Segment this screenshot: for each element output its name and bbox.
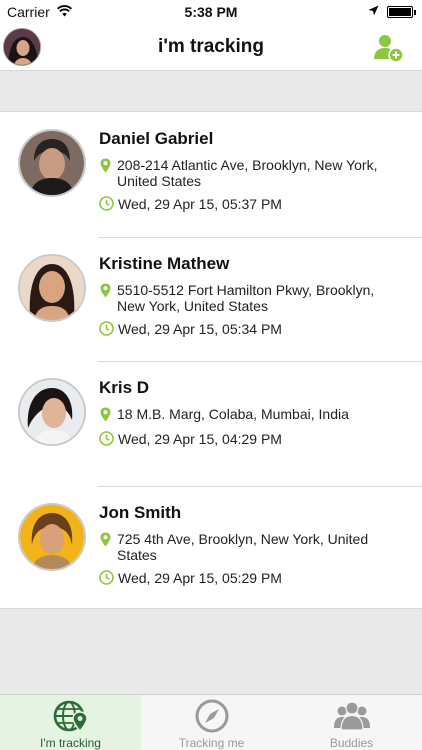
contact-photo (18, 253, 86, 322)
last-updated-time: Wed, 29 Apr 15, 04:29 PM (118, 431, 282, 447)
contact-name: Kristine Mathew (99, 253, 230, 273)
add-person-icon (374, 35, 404, 63)
clock-icon (99, 431, 114, 446)
location-pin-icon (100, 158, 111, 173)
location-pin-icon (100, 283, 111, 297)
tracking-list: Daniel Gabriel 208-214 Atlantic Ave, Bro… (0, 111, 422, 609)
clock-icon (99, 569, 114, 585)
status-time: 5:38 PM (184, 4, 238, 20)
location-pin-icon (100, 407, 111, 422)
list-item[interactable]: Jon Smith 725 4th Ave, Brooklyn, New Yor… (0, 485, 422, 611)
contact-photo (18, 378, 86, 446)
tab-tracking-me[interactable]: Tracking me (141, 695, 282, 750)
contact-name: Jon Smith (99, 502, 182, 522)
battery-icon (387, 6, 416, 18)
tab-label: Tracking me (178, 736, 245, 750)
status-bar: Carrier 5:38 PM (0, 0, 422, 24)
contact-address: 5510-5512 Fort Hamilton Pkwy, Brooklyn, … (117, 281, 375, 314)
contact-photo (18, 502, 86, 571)
globe-pin-icon (53, 700, 88, 733)
group-icon (333, 701, 370, 731)
list-item[interactable]: Kristine Mathew 5510-5512 Fort Hamilton … (0, 236, 422, 362)
tab-im-tracking[interactable]: I'm tracking (0, 695, 141, 750)
contact-name: Daniel Gabriel (99, 129, 214, 148)
tab-label: I'm tracking (40, 736, 101, 750)
list-item[interactable]: Daniel Gabriel 208-214 Atlantic Ave, Bro… (0, 112, 422, 237)
location-arrow-icon (368, 5, 379, 16)
clock-icon (99, 320, 114, 336)
clock-icon (99, 196, 114, 211)
contact-name: Kris D (99, 378, 150, 397)
contact-address: 18 M.B. Marg, Colaba, Mumbai, India (117, 406, 349, 422)
add-person-button[interactable] (373, 32, 405, 64)
tab-buddies[interactable]: Buddies (281, 695, 422, 750)
tab-label: Buddies (329, 736, 374, 750)
last-updated-time: Wed, 29 Apr 15, 05:37 PM (118, 196, 282, 212)
contact-address: 208-214 Atlantic Ave, Brooklyn, New York… (117, 157, 378, 189)
tab-bar: I'm tracking Tracking me Buddies (0, 694, 422, 750)
contact-address: 725 4th Ave, Brooklyn, New York, United … (117, 530, 369, 563)
last-updated-time: Wed, 29 Apr 15, 05:29 PM (118, 569, 282, 586)
contact-photo (18, 129, 86, 197)
location-pin-icon (100, 532, 111, 546)
compass-icon (195, 699, 228, 733)
list-item[interactable]: Kris D 18 M.B. Marg, Colaba, Mumbai, Ind… (0, 361, 422, 486)
page-title: i'm tracking (158, 36, 264, 57)
last-updated-time: Wed, 29 Apr 15, 05:34 PM (118, 320, 282, 337)
nav-bar: i'm tracking (0, 24, 422, 71)
